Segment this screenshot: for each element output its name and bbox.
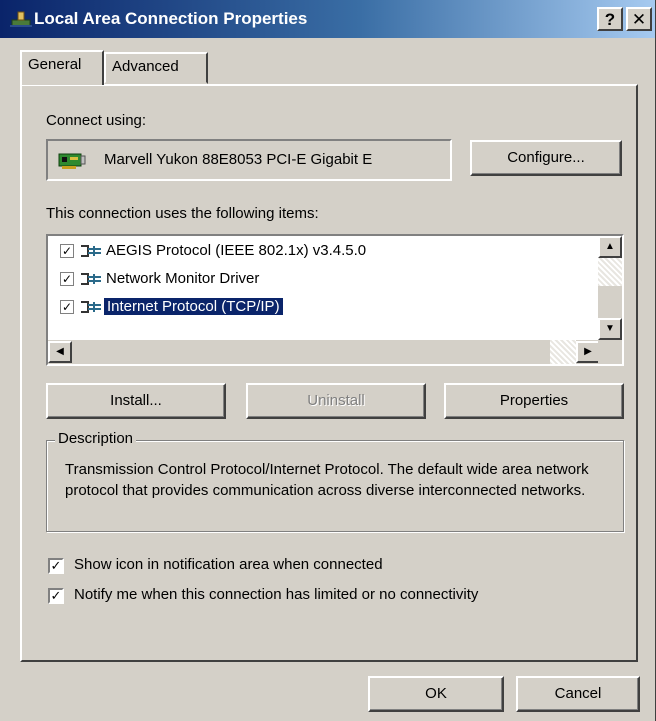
scroll-right-icon[interactable]: ▶ [576,341,600,363]
uninstall-button[interactable]: Uninstall [246,383,426,419]
install-button[interactable]: Install... [46,383,226,419]
properties-button[interactable]: Properties [444,383,624,419]
cancel-button[interactable]: Cancel [516,676,640,712]
item-checkbox[interactable]: ✓ [60,272,74,286]
connection-items-list[interactable]: ✓ AEGIS Protocol (IEEE 802.1x) v3.4.5.0 … [46,234,624,366]
horizontal-scroll-track[interactable] [550,340,576,364]
network-connection-icon [10,11,32,27]
item-label-selected: Internet Protocol (TCP/IP) [104,298,283,315]
horizontal-scrollbar[interactable]: ◀ ▶ [48,340,622,364]
protocol-icon [81,273,101,285]
title-bar[interactable]: Local Area Connection Properties ? ✕ [0,0,655,38]
close-icon: ✕ [631,10,647,29]
close-button[interactable]: ✕ [626,7,652,31]
items-label: This connection uses the following items… [46,205,319,222]
vertical-scroll-track[interactable] [598,258,622,286]
list-item-network-monitor[interactable]: ✓ Network Monitor Driver [60,268,600,292]
item-label: AEGIS Protocol (IEEE 802.1x) v3.4.5.0 [106,242,367,259]
help-icon: ? [604,10,616,29]
scroll-left-icon[interactable]: ◀ [48,341,72,363]
item-checkbox[interactable]: ✓ [60,244,74,258]
ok-button[interactable]: OK [368,676,504,712]
item-label: Network Monitor Driver [106,270,260,287]
scrollbar-corner [598,340,622,364]
notify-label: Notify me when this connection has limit… [74,586,479,603]
help-button[interactable]: ? [597,7,623,31]
connect-using-label: Connect using: [46,112,147,129]
scroll-up-icon[interactable]: ▲ [598,236,622,258]
list-item-aegis[interactable]: ✓ AEGIS Protocol (IEEE 802.1x) v3.4.5.0 [60,240,600,264]
properties-dialog: Local Area Connection Properties ? ✕ Gen… [0,0,656,721]
item-checkbox[interactable]: ✓ [60,300,74,314]
protocol-icon [81,301,101,313]
list-item-tcpip[interactable]: ✓ Internet Protocol (TCP/IP) [60,296,600,320]
vertical-scrollbar[interactable]: ▲ ▼ [598,236,622,340]
show-icon-checkbox[interactable]: ✓ [48,558,64,574]
description-group: Description Transmission Control Protoco… [46,430,624,532]
description-legend: Description [55,430,137,447]
protocol-icon [81,245,101,257]
adapter-name: Marvell Yukon 88E8053 PCI-E Gigabit E [104,151,373,168]
adapter-field: Marvell Yukon 88E8053 PCI-E Gigabit E [46,139,452,181]
description-text: Transmission Control Protocol/Internet P… [65,461,589,499]
configure-button[interactable]: Configure... [470,140,622,176]
scroll-down-icon[interactable]: ▼ [598,318,622,340]
tab-advanced[interactable]: Advanced [104,52,208,84]
show-icon-label: Show icon in notification area when conn… [74,556,383,573]
window-title: Local Area Connection Properties [34,9,308,28]
tab-general[interactable]: General [20,50,104,85]
network-card-icon [58,153,86,169]
notify-checkbox[interactable]: ✓ [48,588,64,604]
